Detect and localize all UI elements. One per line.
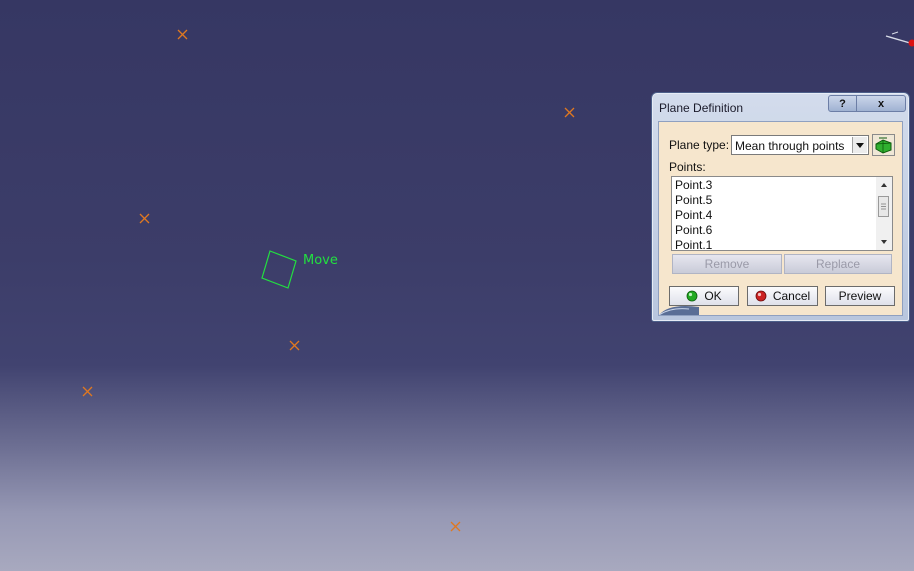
ok-label: OK (704, 289, 722, 303)
scroll-up-icon[interactable] (876, 178, 892, 192)
cancel-button[interactable]: Cancel (747, 286, 818, 306)
plane-type-value: Mean through points (735, 139, 845, 153)
points-list[interactable]: Point.3 Point.5 Point.4 Point.6 Point.1 (671, 176, 893, 251)
plane-definition-dialog: Plane Definition ? x Plane type: Mean th… (651, 92, 910, 322)
move-label: Move (303, 253, 338, 268)
preview-button[interactable]: Preview (825, 286, 895, 306)
remove-button[interactable]: Remove (672, 254, 782, 274)
points-scrollbar[interactable] (876, 177, 892, 250)
dialog-title: Plane Definition (659, 101, 744, 115)
replace-button[interactable]: Replace (784, 254, 892, 274)
point-marker-icon[interactable] (82, 386, 93, 397)
list-item[interactable]: Point.3 (675, 178, 712, 193)
list-item[interactable]: Point.1 (675, 238, 712, 250)
cancel-status-icon (755, 290, 767, 302)
point-marker-icon[interactable] (177, 29, 188, 40)
cancel-label: Cancel (772, 289, 811, 303)
help-button[interactable]: ? (828, 95, 857, 112)
chevron-down-icon[interactable] (852, 137, 867, 153)
plane-tool-icon (875, 137, 892, 154)
dialog-corner-decoration (659, 301, 699, 315)
close-button[interactable]: x (856, 95, 906, 112)
scroll-thumb[interactable] (878, 196, 889, 217)
plane-type-dropdown[interactable]: Mean through points (731, 135, 869, 155)
scroll-down-icon[interactable] (876, 235, 892, 249)
list-item[interactable]: Point.5 (675, 193, 712, 208)
point-marker-icon[interactable] (450, 521, 461, 532)
point-marker-icon[interactable] (564, 107, 575, 118)
point-marker-icon[interactable] (139, 213, 150, 224)
dialog-client-area: Plane type: Mean through points Points: … (658, 121, 903, 316)
list-item[interactable]: Point.6 (675, 223, 712, 238)
plane-tool-button[interactable] (872, 134, 895, 156)
list-item[interactable]: Point.4 (675, 208, 712, 223)
point-marker-icon[interactable] (289, 340, 300, 351)
dialog-titlebar[interactable]: Plane Definition ? x (652, 93, 909, 119)
move-manipulator-icon[interactable] (258, 248, 302, 292)
compass-axis-icon[interactable] (884, 28, 914, 50)
plane-type-label: Plane type: (669, 138, 730, 152)
points-label: Points: (669, 160, 706, 174)
